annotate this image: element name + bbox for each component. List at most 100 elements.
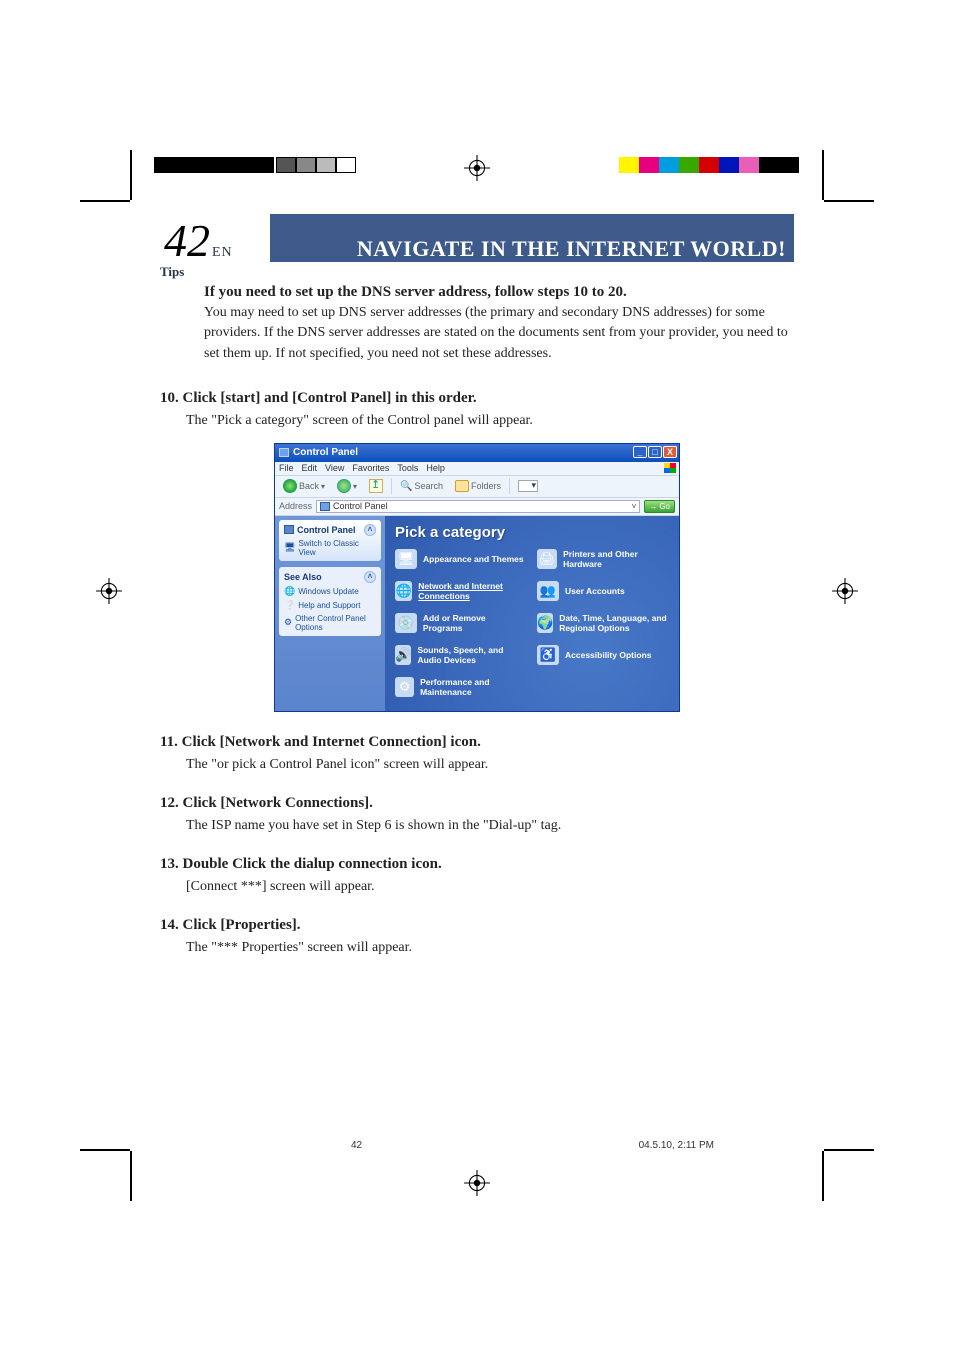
step-12-body: The ISP name you have set in Step 6 is s…	[186, 818, 794, 834]
see-also-label: Other Control Panel Options	[295, 614, 376, 632]
globe-clock-icon: 🌍	[537, 613, 553, 633]
see-also-other-options[interactable]: ⚙Other Control Panel Options	[284, 614, 376, 632]
intro-bold: If you need to set up the DNS server add…	[204, 284, 794, 301]
address-icon	[320, 502, 330, 511]
category-label: Accessibility Options	[565, 650, 651, 660]
search-button[interactable]: Search	[396, 481, 447, 492]
go-label: Go	[659, 502, 670, 511]
globe-icon: 🌐	[284, 586, 295, 597]
category-label: Sounds, Speech, and Audio Devices	[417, 645, 527, 665]
forward-icon	[337, 479, 351, 493]
minimize-button[interactable]: _	[633, 446, 647, 458]
page-title: NAVIGATE IN THE INTERNET WORLD!	[233, 224, 794, 262]
step-12-heading: 12. Click [Network Connections].	[160, 795, 794, 812]
chevron-up-icon[interactable]: ˄	[364, 524, 376, 536]
see-also-label: Help and Support	[298, 601, 360, 610]
menu-tools[interactable]: Tools	[397, 463, 418, 473]
category-user-accounts[interactable]: 👥User Accounts	[537, 581, 669, 601]
category-label: Add or Remove Programs	[423, 613, 527, 633]
page: 42 EN NAVIGATE IN THE INTERNET WORLD! Ti…	[160, 214, 794, 1137]
go-arrow-icon: →	[649, 502, 657, 511]
menu-favorites[interactable]: Favorites	[352, 463, 389, 473]
see-also-help-support[interactable]: ❔Help and Support	[284, 600, 376, 611]
registration-mark-icon	[96, 578, 122, 604]
windows-flag-icon	[664, 463, 676, 473]
up-icon	[369, 479, 383, 493]
category-printers[interactable]: 🖨Printers and Other Hardware	[537, 549, 669, 569]
control-panel-window: Control Panel _ □ X File Edit View Favor…	[274, 443, 680, 712]
colorbar-left	[154, 157, 356, 173]
category-accessibility[interactable]: ♿Accessibility Options	[537, 645, 669, 665]
switch-view-label: Switch to Classic View	[298, 539, 376, 557]
folders-icon	[455, 480, 469, 492]
menu-file[interactable]: File	[279, 463, 294, 473]
menu-view[interactable]: View	[325, 463, 344, 473]
switch-view-icon: 🖥	[284, 542, 295, 553]
category-date-time[interactable]: 🌍 Date, Time, Language, and Regional Opti…	[537, 613, 669, 633]
chevron-up-icon[interactable]: ˄	[364, 571, 376, 583]
page-header: 42 EN NAVIGATE IN THE INTERNET WORLD!	[160, 214, 794, 262]
category-label: Appearance and Themes	[423, 554, 524, 564]
folders-label: Folders	[471, 481, 501, 491]
help-icon: ❔	[284, 600, 295, 611]
sounds-icon: 🔊	[395, 645, 411, 665]
toolbar: Back▾ ▾ Search Folders	[275, 476, 679, 498]
see-also-windows-update[interactable]: 🌐Windows Update	[284, 586, 376, 597]
registration-mark-icon	[464, 155, 490, 181]
category-sounds[interactable]: 🔊 Sounds, Speech, and Audio Devices	[395, 645, 527, 665]
search-icon	[400, 481, 412, 492]
crop-mark	[824, 1149, 874, 1151]
step-14-heading: 14. Click [Properties].	[160, 917, 794, 934]
maximize-button[interactable]: □	[648, 446, 662, 458]
category-appearance-themes[interactable]: 🖥Appearance and Themes	[395, 549, 527, 569]
pick-category-heading: Pick a category	[395, 524, 669, 541]
back-icon	[283, 479, 297, 493]
colorbar-right	[619, 157, 799, 173]
control-panel-icon	[279, 448, 289, 457]
step-14-body: The "*** Properties" screen will appear.	[186, 940, 794, 956]
step-10-body: The "Pick a category" screen of the Cont…	[186, 413, 794, 429]
network-icon: 🌐	[395, 581, 412, 601]
users-icon: 👥	[537, 581, 559, 601]
intro-body: You may need to set up DNS server addres…	[204, 303, 794, 364]
crop-mark	[822, 1151, 824, 1201]
menu-help[interactable]: Help	[426, 463, 445, 473]
crop-mark	[130, 1151, 132, 1201]
category-add-remove[interactable]: 💿Add or Remove Programs	[395, 613, 527, 633]
registration-mark-icon	[832, 578, 858, 604]
switch-classic-view-link[interactable]: 🖥 Switch to Classic View	[284, 539, 376, 557]
control-panel-icon	[284, 525, 294, 534]
views-button[interactable]	[514, 480, 542, 492]
crop-mark	[822, 150, 824, 200]
search-label: Search	[415, 481, 444, 491]
address-bar: Address Control Panel ˅ →Go	[275, 498, 679, 516]
registration-mark-icon	[464, 1170, 490, 1196]
window-title: Control Panel	[293, 447, 358, 458]
crop-mark	[824, 200, 874, 202]
menu-edit[interactable]: Edit	[302, 463, 318, 473]
go-button[interactable]: →Go	[644, 500, 675, 513]
close-button[interactable]: X	[663, 446, 677, 458]
forward-button[interactable]: ▾	[333, 479, 361, 493]
address-dropdown-icon[interactable]: ˅	[632, 502, 637, 511]
up-button[interactable]	[365, 479, 387, 493]
crop-mark	[80, 1149, 130, 1151]
category-label: Performance and Maintenance	[420, 677, 527, 697]
address-field[interactable]: Control Panel ˅	[316, 500, 640, 513]
address-value: Control Panel	[333, 501, 632, 511]
footer-date: 04.5.10, 2:11 PM	[639, 1140, 714, 1151]
category-performance[interactable]: ⚙Performance and Maintenance	[395, 677, 527, 697]
views-icon	[518, 480, 538, 492]
crop-mark	[130, 150, 132, 200]
step-10-heading: 10. Click [start] and [Control Panel] in…	[160, 390, 794, 407]
menu-bar: File Edit View Favorites Tools Help	[275, 462, 679, 476]
folders-button[interactable]: Folders	[451, 480, 505, 492]
see-also-title: See Also	[284, 572, 322, 582]
category-label: Date, Time, Language, and Regional Optio…	[559, 613, 669, 633]
see-also-label: Windows Update	[298, 587, 358, 596]
tips-label: Tips	[160, 264, 794, 280]
back-button[interactable]: Back▾	[279, 479, 329, 493]
step-11-body: The "or pick a Control Panel icon" scree…	[186, 757, 794, 773]
printers-icon: 🖨	[537, 549, 557, 569]
category-network-internet[interactable]: 🌐Network and Internet Connections	[395, 581, 527, 601]
